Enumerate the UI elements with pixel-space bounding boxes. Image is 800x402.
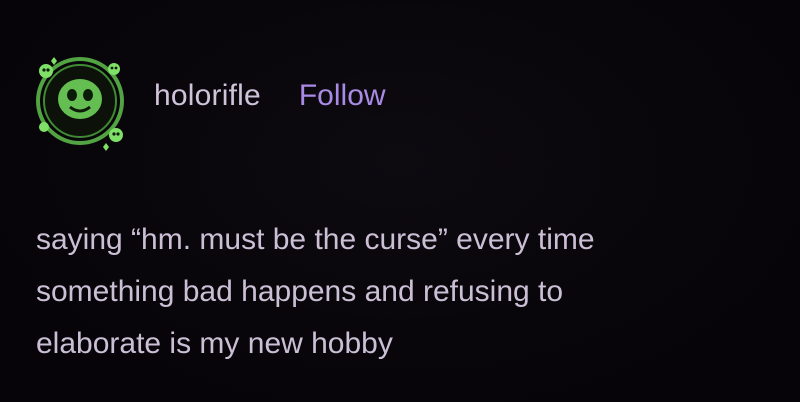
post-text-line: something bad happens and refusing to: [36, 275, 564, 308]
post-text-line: elaborate is my new hobby: [36, 327, 393, 360]
post-body: saying “hm. must be the curse” every tim…: [36, 214, 776, 370]
follow-button[interactable]: Follow: [299, 79, 386, 113]
post-text-line: saying “hm. must be the curse” every tim…: [36, 223, 595, 256]
avatar[interactable]: [26, 47, 134, 155]
username-link[interactable]: holorifle: [154, 79, 261, 113]
tumblr-post: holorifle Follow saying “hm. must be the…: [0, 0, 800, 402]
skull-ring-avatar-icon: [36, 57, 124, 151]
post-header: holorifle Follow: [26, 46, 386, 156]
